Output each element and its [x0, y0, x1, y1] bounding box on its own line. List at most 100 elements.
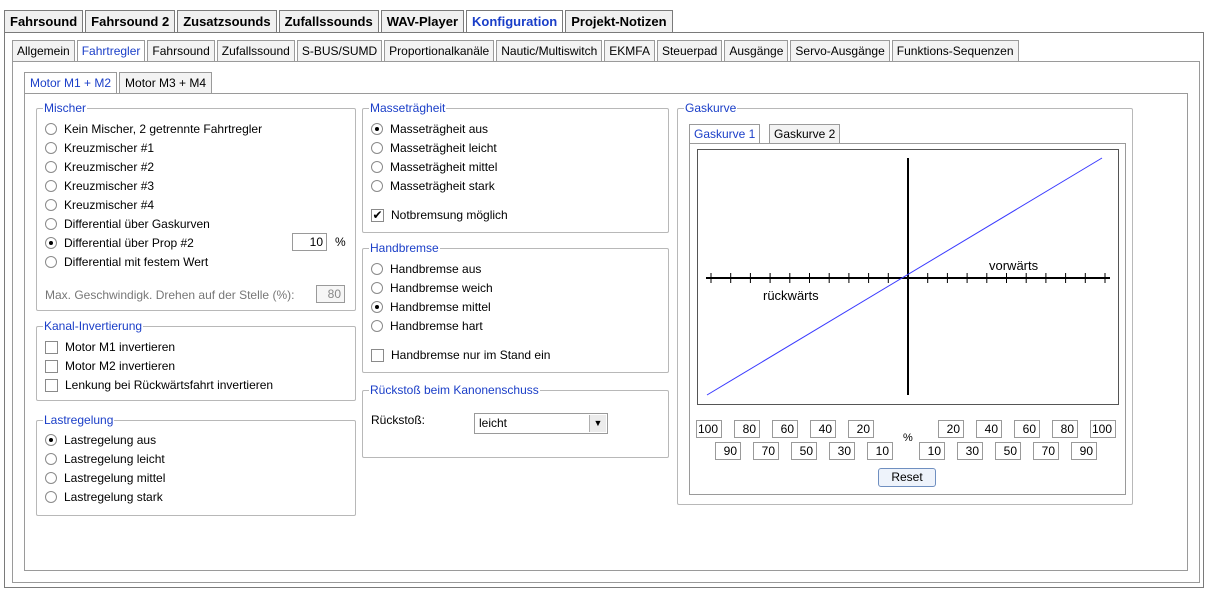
- tab-zusatzsounds[interactable]: Zusatzsounds: [177, 10, 277, 32]
- masse-option-2[interactable]: Masseträgheit mittel: [371, 159, 497, 175]
- radio-icon[interactable]: [45, 161, 57, 173]
- radio-icon[interactable]: [45, 180, 57, 192]
- mischer-option-3[interactable]: Kreuzmischer #3: [45, 178, 154, 194]
- max-speed-input[interactable]: 80: [316, 285, 345, 303]
- gas-box-r-80[interactable]: 80: [1052, 420, 1078, 438]
- radio-icon[interactable]: [45, 434, 57, 446]
- radio-icon[interactable]: [45, 491, 57, 503]
- prop-value-input[interactable]: 10: [292, 233, 327, 251]
- tab-zufallssounds[interactable]: Zufallssounds: [278, 10, 379, 32]
- tab-motor-m1-m2[interactable]: Motor M1 + M2: [24, 72, 118, 94]
- gas-box-l-60[interactable]: 60: [772, 420, 798, 438]
- radio-icon[interactable]: [371, 123, 383, 135]
- gas-box-r-30[interactable]: 30: [957, 442, 983, 460]
- gas-box-l-80[interactable]: 80: [734, 420, 760, 438]
- gas-box-l-40[interactable]: 40: [810, 420, 836, 438]
- rueckstoss-title: Rückstoß beim Kanonenschuss: [369, 383, 540, 397]
- tab-servo-ausgaenge[interactable]: Servo-Ausgänge: [790, 40, 890, 61]
- radio-icon[interactable]: [371, 263, 383, 275]
- gas-box-l-90[interactable]: 90: [715, 442, 741, 460]
- tab-ekmfa[interactable]: EKMFA: [604, 40, 655, 61]
- radio-icon[interactable]: [371, 180, 383, 192]
- tab-steuerpad[interactable]: Steuerpad: [656, 40, 723, 61]
- check-mark-icon[interactable]: ✔: [371, 208, 384, 222]
- masse-option-0[interactable]: Masseträgheit aus: [371, 121, 488, 137]
- masse-option-1[interactable]: Masseträgheit leicht: [371, 140, 497, 156]
- tab-nautic-multiswitch[interactable]: Nautic/Multiswitch: [496, 40, 603, 61]
- radio-icon[interactable]: [45, 199, 57, 211]
- tab-fahrtregler[interactable]: Fahrtregler: [76, 40, 146, 62]
- gas-box-r-90[interactable]: 90: [1071, 442, 1097, 460]
- hand-option-1[interactable]: Handbremse weich: [371, 280, 493, 296]
- radio-icon[interactable]: [45, 472, 57, 484]
- gas-box-l-50[interactable]: 50: [791, 442, 817, 460]
- gas-box-l-10[interactable]: 10: [867, 442, 893, 460]
- last-option-1[interactable]: Lastregelung leicht: [45, 451, 165, 467]
- gas-box-r-50[interactable]: 50: [995, 442, 1021, 460]
- gas-box-r-70[interactable]: 70: [1033, 442, 1059, 460]
- tab-fahrsound-config[interactable]: Fahrsound: [147, 40, 215, 61]
- tab-wav-player[interactable]: WAV-Player: [380, 10, 465, 32]
- mischer-option-1[interactable]: Kreuzmischer #1: [45, 140, 154, 156]
- mischer-option-0[interactable]: Kein Mischer, 2 getrennte Fahrtregler: [45, 121, 262, 137]
- gas-box-r-40[interactable]: 40: [976, 420, 1002, 438]
- hand-option-2[interactable]: Handbremse mittel: [371, 299, 491, 315]
- hand-option-3[interactable]: Handbremse hart: [371, 318, 483, 334]
- radio-icon[interactable]: [371, 301, 383, 313]
- checkbox-icon[interactable]: [45, 340, 58, 354]
- mischer-option-2[interactable]: Kreuzmischer #2: [45, 159, 154, 175]
- invert-m2-checkbox[interactable]: Motor M2 invertieren: [45, 358, 175, 374]
- gas-box-r-10[interactable]: 10: [919, 442, 945, 460]
- tab-allgemein[interactable]: Allgemein: [12, 40, 75, 61]
- radio-icon[interactable]: [371, 282, 383, 294]
- radio-icon[interactable]: [371, 142, 383, 154]
- checkbox-icon[interactable]: [45, 359, 58, 373]
- tab-motor-m3-m4[interactable]: Motor M3 + M4: [119, 72, 213, 93]
- checkbox-icon[interactable]: [45, 378, 58, 392]
- radio-icon[interactable]: [371, 161, 383, 173]
- checkbox-icon[interactable]: [371, 348, 384, 362]
- tab-funktions-sequenzen[interactable]: Funktions-Sequenzen: [891, 40, 1019, 61]
- tab-sbus-sumd[interactable]: S-BUS/SUMD: [296, 40, 383, 61]
- masse-option-label: Masseträgheit aus: [390, 122, 489, 136]
- gas-box-r-100[interactable]: 100: [1090, 420, 1116, 438]
- radio-icon[interactable]: [45, 453, 57, 465]
- gas-box-l-70[interactable]: 70: [753, 442, 779, 460]
- radio-icon[interactable]: [45, 123, 57, 135]
- mischer-option-7[interactable]: Differential mit festem Wert: [45, 254, 208, 270]
- notbremsung-checkbox[interactable]: ✔ Notbremsung möglich: [371, 207, 508, 223]
- rueckstoss-select[interactable]: leicht ▼: [474, 413, 608, 434]
- invert-steering-checkbox[interactable]: Lenkung bei Rückwärtsfahrt invertieren: [45, 377, 273, 393]
- gas-box-l-30[interactable]: 30: [829, 442, 855, 460]
- gas-box-r-20[interactable]: 20: [938, 420, 964, 438]
- hand-option-0[interactable]: Handbremse aus: [371, 261, 481, 277]
- gas-box-l-100[interactable]: 100: [696, 420, 722, 438]
- mischer-option-5[interactable]: Differential über Gaskurven: [45, 216, 210, 232]
- radio-icon[interactable]: [45, 142, 57, 154]
- tab-gaskurve-1[interactable]: Gaskurve 1: [689, 124, 761, 144]
- radio-icon[interactable]: [45, 237, 57, 249]
- radio-icon[interactable]: [45, 218, 57, 230]
- gas-box-r-60[interactable]: 60: [1014, 420, 1040, 438]
- gas-box-l-20[interactable]: 20: [848, 420, 874, 438]
- tab-fahrsound[interactable]: Fahrsound: [4, 10, 84, 32]
- tab-projekt-notizen[interactable]: Projekt-Notizen: [565, 10, 673, 32]
- reset-button[interactable]: Reset: [878, 468, 936, 487]
- radio-icon[interactable]: [371, 320, 383, 332]
- radio-icon[interactable]: [45, 256, 57, 268]
- masse-option-3[interactable]: Masseträgheit stark: [371, 178, 495, 194]
- dropdown-arrow-icon[interactable]: ▼: [589, 415, 606, 432]
- invert-m1-checkbox[interactable]: Motor M1 invertieren: [45, 339, 175, 355]
- last-option-3[interactable]: Lastregelung stark: [45, 489, 163, 505]
- last-option-0[interactable]: Lastregelung aus: [45, 432, 156, 448]
- tab-proportionalkanaele[interactable]: Proportionalkanäle: [384, 40, 495, 61]
- mischer-option-6[interactable]: Differential über Prop #2: [45, 235, 194, 251]
- last-option-2[interactable]: Lastregelung mittel: [45, 470, 165, 486]
- tab-fahrsound-2[interactable]: Fahrsound 2: [85, 10, 176, 32]
- tab-zufallssound[interactable]: Zufallssound: [216, 40, 295, 61]
- handbremse-stand-checkbox[interactable]: Handbremse nur im Stand ein: [371, 347, 550, 363]
- tab-gaskurve-2[interactable]: Gaskurve 2: [769, 124, 841, 143]
- tab-konfiguration[interactable]: Konfiguration: [466, 10, 564, 33]
- tab-ausgaenge[interactable]: Ausgänge: [724, 40, 789, 61]
- mischer-option-4[interactable]: Kreuzmischer #4: [45, 197, 154, 213]
